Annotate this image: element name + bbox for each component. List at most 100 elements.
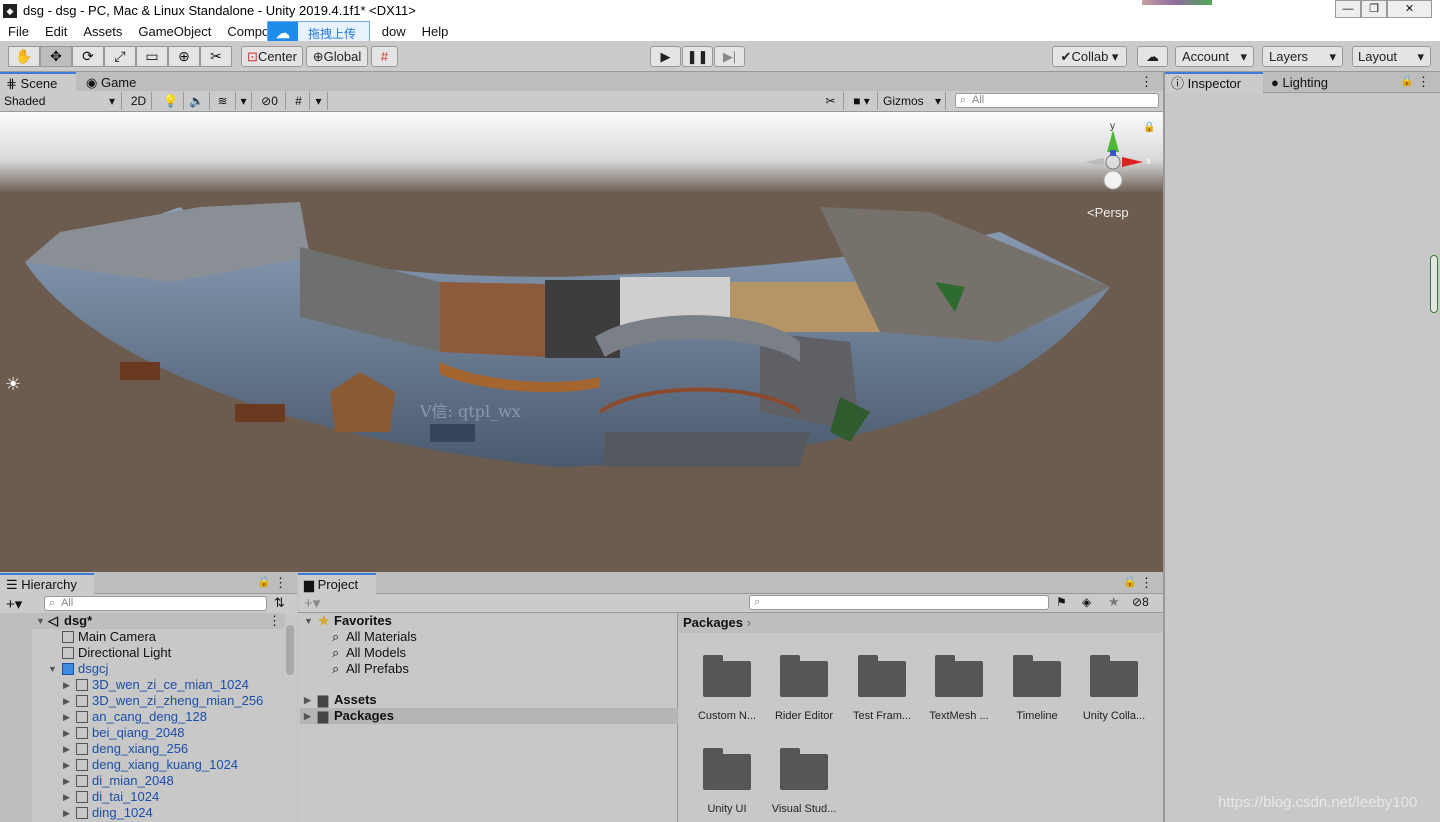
account-dropdown[interactable]: Account ▾	[1175, 46, 1254, 67]
list-item[interactable]: Main Camera	[0, 629, 285, 645]
tab-project[interactable]: ▆ Project	[298, 573, 376, 594]
list-item[interactable]: ▶ ding_1024	[0, 805, 285, 821]
expand-arrow-icon[interactable]: ▶	[304, 692, 311, 708]
expand-arrow-icon[interactable]: ▶	[63, 725, 70, 741]
menu-gameobject[interactable]: GameObject	[130, 24, 219, 39]
create-button[interactable]: +▾	[6, 595, 22, 613]
snap-grid-button[interactable]: #	[371, 46, 398, 67]
hierarchy-search-input[interactable]: ⌕ All	[44, 596, 267, 611]
cloud-button[interactable]: ☁	[1137, 46, 1168, 67]
hidden-objects-toggle[interactable]: ⊘0	[254, 92, 286, 110]
breadcrumb[interactable]: Packages ›	[679, 613, 1163, 633]
favorite-item[interactable]: ⌕ All Prefabs	[300, 661, 678, 677]
scene-root-row[interactable]: ▼ ◁ dsg* ⋮	[0, 613, 285, 629]
expand-arrow-icon[interactable]: ▶	[63, 693, 70, 709]
grid-dropdown-icon[interactable]: ▾	[310, 92, 328, 110]
layers-dropdown[interactable]: Layers ▾	[1262, 46, 1343, 67]
package-folder-icon[interactable]	[703, 655, 751, 697]
camera-dropdown[interactable]: ■ ▾	[846, 92, 878, 110]
create-button[interactable]: +▾	[304, 594, 320, 612]
lock-icon[interactable]: 🔒	[1400, 74, 1414, 87]
shading-mode-dropdown[interactable]: Shaded ▾	[0, 92, 122, 110]
inspector-scrollbar[interactable]	[1430, 255, 1438, 313]
favorite-star-icon[interactable]: ★	[1108, 594, 1120, 610]
package-folder-icon[interactable]	[1090, 655, 1138, 697]
list-item[interactable]: ▶ an_cang_deng_128	[0, 709, 285, 725]
assets-folder-row[interactable]: ▶ ▆ Assets	[300, 692, 678, 708]
expand-arrow-icon[interactable]: ▶	[63, 805, 70, 821]
project-search-input[interactable]: ⌕	[749, 595, 1049, 610]
package-folder-icon[interactable]	[780, 655, 828, 697]
favorites-row[interactable]: ▼ ★ Favorites	[300, 613, 678, 629]
menu-file[interactable]: File	[0, 24, 37, 39]
expand-arrow-icon[interactable]: ▶	[63, 757, 70, 773]
move-tool-icon[interactable]: ✥	[40, 46, 72, 67]
filter-by-label-icon[interactable]: ◈	[1082, 595, 1091, 609]
toggle-2d-button[interactable]: 2D	[126, 92, 152, 110]
audio-toggle-icon[interactable]: 🔈	[184, 92, 210, 110]
tab-game[interactable]: ◉ Game	[80, 72, 150, 93]
transform-tool-icon[interactable]: ⊕	[168, 46, 200, 67]
minimize-button[interactable]: —	[1335, 0, 1361, 18]
expand-arrow-icon[interactable]: ▶	[63, 741, 70, 757]
packages-folder-row[interactable]: ▶ ▆ Packages	[300, 708, 678, 724]
gizmos-dropdown[interactable]: Gizmos ▾	[880, 92, 946, 110]
tab-scene[interactable]: ⋕ Scene	[0, 72, 76, 93]
list-item[interactable]: ▶ bei_qiang_2048	[0, 725, 285, 741]
scale-tool-icon[interactable]: ⤢	[104, 46, 136, 67]
effects-dropdown-icon[interactable]: ▾	[236, 92, 252, 110]
expand-arrow-icon[interactable]: ▶	[63, 789, 70, 805]
package-folder-icon[interactable]	[703, 748, 751, 790]
hand-tool-icon[interactable]: ✋	[8, 46, 40, 67]
space-global-button[interactable]: ⊕Global	[306, 46, 368, 67]
favorite-item[interactable]: ⌕ All Materials	[300, 629, 678, 645]
panel-menu-icon[interactable]: ⋮	[274, 575, 287, 591]
scene-search-input[interactable]: ⌕ All	[955, 93, 1159, 108]
maximize-button[interactable]: ❐	[1361, 0, 1387, 18]
menu-help[interactable]: Help	[414, 24, 457, 39]
rotate-tool-icon[interactable]: ⟳	[72, 46, 104, 67]
lock-icon[interactable]: 🔒	[257, 575, 271, 588]
tab-lighting[interactable]: ● Lighting	[1265, 72, 1345, 93]
package-folder-icon[interactable]	[1013, 655, 1061, 697]
list-item[interactable]: ▶ di_mian_2048	[0, 773, 285, 789]
menu-assets[interactable]: Assets	[75, 24, 130, 39]
package-folder-icon[interactable]	[858, 655, 906, 697]
package-folder-icon[interactable]	[780, 748, 828, 790]
menu-edit[interactable]: Edit	[37, 24, 75, 39]
expand-arrow-icon[interactable]: ▼	[48, 661, 57, 677]
list-item[interactable]: ▶ 3D_wen_zi_ce_mian_1024	[0, 677, 285, 693]
custom-tool-icon[interactable]: ✂	[200, 46, 232, 67]
tab-hierarchy[interactable]: ☰ Hierarchy	[0, 573, 94, 594]
collab-dropdown[interactable]: ✔Collab ▾	[1052, 46, 1127, 67]
list-item[interactable]: ▼ dsgcj	[0, 661, 285, 677]
favorite-item[interactable]: ⌕ All Models	[300, 645, 678, 661]
scene-viewport[interactable]: y x 🔒 <Persp ☀ V信: qtpl_wx	[0, 112, 1163, 572]
list-item[interactable]: ▶ deng_xiang_kuang_1024	[0, 757, 285, 773]
rect-tool-icon[interactable]: ▭	[136, 46, 168, 67]
layout-dropdown[interactable]: Layout ▾	[1352, 46, 1431, 67]
expand-arrow-icon[interactable]: ▶	[63, 677, 70, 693]
tab-inspector[interactable]: ⓘ Inspector	[1165, 72, 1263, 93]
lighting-toggle-icon[interactable]: 💡	[158, 92, 184, 110]
filter-by-type-icon[interactable]: ⚑	[1056, 595, 1067, 609]
panel-menu-icon[interactable]: ⋮	[1140, 74, 1153, 90]
list-item[interactable]: ▶ di_tai_1024	[0, 789, 285, 805]
tools-icon[interactable]: ✂	[818, 92, 844, 110]
expand-arrow-icon[interactable]: ▶	[63, 709, 70, 725]
sort-icon[interactable]: ⇅	[274, 595, 285, 611]
list-item[interactable]: ▶ 3D_wen_zi_zheng_mian_256	[0, 693, 285, 709]
expand-arrow-icon[interactable]: ▶	[63, 773, 70, 789]
pause-button[interactable]: ❚❚	[682, 46, 713, 67]
list-item[interactable]: ▶ deng_xiang_256	[0, 741, 285, 757]
expand-arrow-icon[interactable]: ▼	[304, 613, 313, 629]
package-folder-icon[interactable]	[935, 655, 983, 697]
lock-icon[interactable]: 🔒	[1143, 122, 1155, 133]
persp-label[interactable]: <Persp	[1087, 205, 1129, 220]
panel-menu-icon[interactable]: ⋮	[1140, 575, 1153, 591]
pivot-center-button[interactable]: ⊡Center	[241, 46, 303, 67]
close-button[interactable]: ✕	[1387, 0, 1432, 18]
hierarchy-scrollbar[interactable]	[286, 625, 294, 675]
expand-arrow-icon[interactable]: ▶	[304, 708, 311, 724]
panel-divider[interactable]	[1163, 72, 1165, 822]
